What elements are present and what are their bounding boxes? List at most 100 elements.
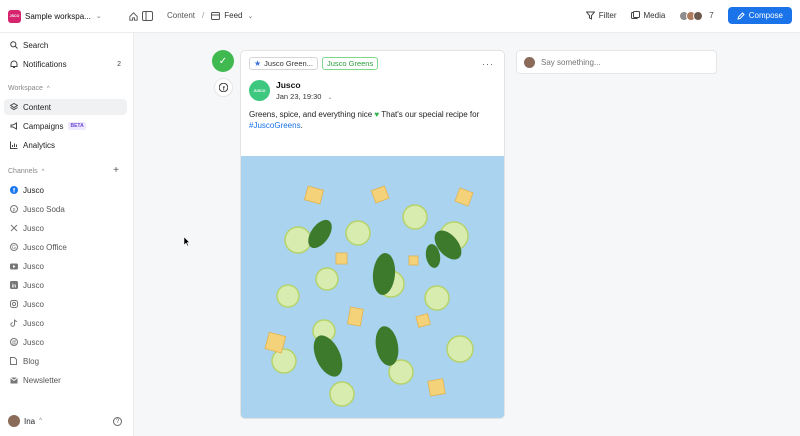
sidebar-item-label: Jusco (23, 261, 44, 271)
workspace-section-header[interactable]: Workspace ^ (8, 85, 50, 92)
notification-count: 2 (117, 60, 121, 68)
sidebar-item-label: Jusco (23, 223, 44, 233)
channel-jusco-instagram[interactable]: Jusco (4, 296, 127, 312)
post-text[interactable]: Greens, spice, and everything nice ♥ Tha… (249, 109, 499, 131)
channel-jusco-tiktok[interactable]: Jusco (4, 315, 127, 331)
section-label: Channels (8, 168, 38, 175)
sidebar-item-label: Jusco (23, 185, 44, 195)
chevron-down-icon: ⌄ (247, 12, 254, 20)
post-card[interactable]: ★ Jusco Green... Jusco Greens ··· JUSCO J… (240, 50, 505, 419)
workspace-switcher[interactable]: JSCO Sample workspa... ⌄ (0, 9, 134, 23)
breadcrumb: Content / Feed ⌄ (167, 11, 253, 20)
sidebar-item-label: Newsletter (23, 375, 61, 385)
media-button[interactable]: Media (630, 11, 665, 20)
green-heart-icon: ♥ (374, 110, 380, 119)
label-tag-text: Jusco Greens (326, 59, 374, 68)
channel-jusco-x[interactable]: Jusco (4, 220, 127, 236)
channel-jusco-soda[interactable]: p Jusco Soda (4, 201, 127, 217)
post-text-suffix: That's our special recipe for (381, 110, 480, 119)
megaphone-icon (9, 122, 18, 131)
view-label: Feed (224, 11, 243, 20)
beta-badge: BETA (68, 122, 86, 130)
facebook-icon[interactable]: f (214, 78, 233, 97)
linkedin-icon: in (9, 281, 18, 290)
chevron-down-icon: ⌄ (327, 95, 333, 101)
sidebar-item-campaigns[interactable]: Campaigns BETA (4, 118, 127, 134)
avatar (693, 10, 704, 21)
collaborator-count: 7 (709, 11, 714, 20)
youtube-icon (9, 262, 18, 271)
media-icon (630, 11, 640, 19)
filter-label: Filter (598, 11, 617, 20)
sidebar-item-search[interactable]: Search (4, 37, 127, 53)
comment-input[interactable] (541, 57, 701, 67)
workspace-name: Sample workspa... (25, 11, 91, 21)
breadcrumb-content[interactable]: Content (167, 11, 195, 20)
mail-icon (9, 376, 18, 385)
compose-label: Compose (748, 11, 783, 20)
avatar (524, 56, 535, 68)
svg-text:G: G (12, 245, 16, 251)
sidebar-item-label: Analytics (23, 140, 56, 150)
layers-icon (9, 103, 18, 112)
feed-icon (211, 11, 221, 20)
approved-check-icon[interactable]: ✓ (212, 50, 234, 72)
sidebar-item-label: Notifications (23, 59, 67, 69)
post-tags: ★ Jusco Green... Jusco Greens (249, 57, 379, 70)
channel-newsletter[interactable]: Newsletter (4, 372, 127, 388)
more-options-icon[interactable]: ··· (482, 59, 494, 69)
filter-button[interactable]: Filter (585, 11, 617, 20)
channel-jusco-youtube[interactable]: Jusco (4, 258, 127, 274)
x-icon (9, 224, 18, 233)
user-menu[interactable]: Ina ^ (8, 415, 42, 427)
sidebar-item-label: Jusco (23, 299, 44, 309)
pencil-icon (737, 11, 745, 20)
chevron-down-icon: ⌄ (95, 13, 102, 20)
account-name: Jusco (276, 80, 301, 90)
post-date: Jan 23, 19:30 (276, 92, 322, 101)
compose-button[interactable]: Compose (727, 7, 792, 24)
pinterest-icon: p (9, 205, 18, 214)
post-image[interactable] (241, 156, 504, 418)
sidebar-item-label: Search (23, 40, 49, 50)
breadcrumb-separator: / (202, 11, 205, 20)
star-icon: ★ (254, 59, 262, 68)
campaign-tag[interactable]: ★ Jusco Green... (249, 57, 318, 70)
sidebar-item-label: Blog (23, 356, 40, 366)
channel-jusco-office[interactable]: G Jusco Office (4, 239, 127, 255)
view-switcher[interactable]: Feed ⌄ (211, 11, 253, 20)
campaign-tag-label: Jusco Green... (264, 59, 313, 68)
sidebar: Search Notifications 2 Workspace ^ Conten… (0, 33, 134, 436)
home-icon[interactable] (127, 10, 139, 22)
sidebar-item-analytics[interactable]: Analytics (4, 137, 127, 153)
filter-icon (585, 11, 595, 20)
account-avatar: JUSCO (249, 80, 270, 101)
hashtag-link[interactable]: #JuscoGreens (249, 121, 301, 130)
sidebar-item-label: Content (23, 102, 52, 112)
comment-box[interactable] (516, 50, 717, 74)
food-photo (241, 156, 504, 418)
channel-jusco-linkedin[interactable]: in Jusco (4, 277, 127, 293)
channel-blog[interactable]: Blog (4, 353, 127, 369)
sidebar-item-label: Campaigns (23, 121, 64, 131)
mouse-cursor-icon (183, 236, 191, 248)
tiktok-icon (9, 319, 18, 328)
chevron-up-icon: ^ (46, 85, 50, 92)
help-icon[interactable]: ? (113, 417, 122, 426)
channels-section-header[interactable]: Channels ^ (8, 168, 44, 175)
collaborators[interactable]: 7 (679, 10, 714, 21)
add-channel-icon[interactable]: + (113, 165, 119, 176)
channel-jusco-threads[interactable]: @ Jusco (4, 334, 127, 350)
chevron-up-icon: ^ (41, 168, 45, 175)
channel-jusco-facebook[interactable]: f Jusco (4, 182, 127, 198)
instagram-icon (9, 300, 18, 309)
bell-icon (9, 60, 18, 69)
sidebar-item-content[interactable]: Content (4, 99, 127, 115)
post-schedule[interactable]: Jan 23, 19:30 ⌄ (276, 92, 333, 101)
search-icon (9, 41, 18, 50)
sidebar-item-notifications[interactable]: Notifications 2 (4, 56, 127, 72)
avatar (8, 415, 20, 427)
sidebar-toggle-icon[interactable] (142, 11, 154, 22)
bar-chart-icon (9, 141, 18, 150)
label-tag[interactable]: Jusco Greens (321, 57, 379, 70)
